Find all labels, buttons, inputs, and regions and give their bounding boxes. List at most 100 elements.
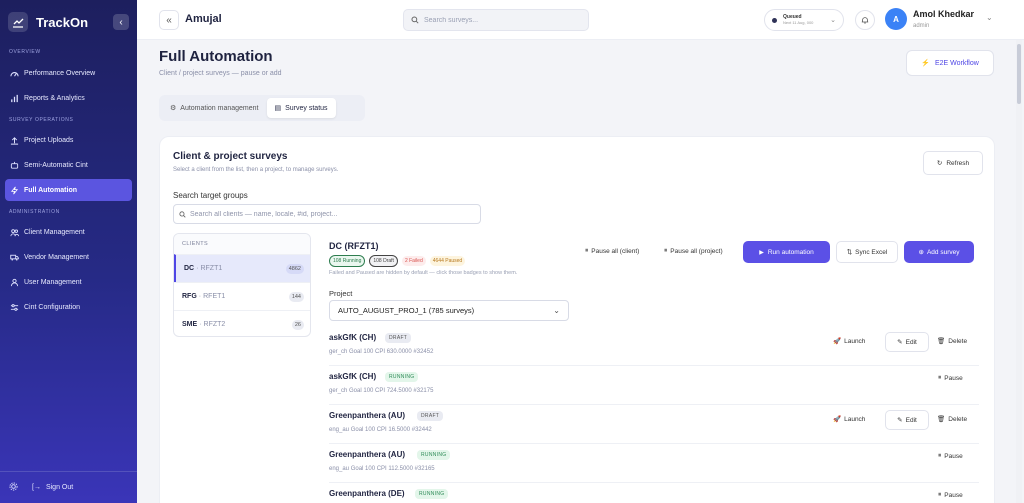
sidebar-item-reports-analytics[interactable]: Reports & Analytics <box>5 87 132 109</box>
truck-icon <box>9 252 19 262</box>
edit-button[interactable]: ✎ Edit <box>885 410 929 430</box>
bar-chart-icon <box>9 93 19 103</box>
sidebar-item-label: Reports & Analytics <box>24 94 85 102</box>
global-search[interactable] <box>403 9 589 31</box>
client-row[interactable]: SME · RFZT2 26 <box>174 310 310 336</box>
launch-button[interactable]: 🚀 Launch <box>833 415 865 424</box>
refresh-button[interactable]: ↻ Refresh <box>923 151 983 175</box>
delete-button[interactable]: 🗑 Delete <box>937 337 967 346</box>
collapse-sidebar-button[interactable]: ‹ <box>113 14 129 30</box>
gauge-icon <box>9 68 19 78</box>
pause-button[interactable]: ⏸ Pause <box>938 491 963 499</box>
users-icon <box>9 227 19 237</box>
pencil-icon: ✎ <box>897 339 903 346</box>
avatar[interactable]: A <box>885 8 907 30</box>
bell-icon <box>861 11 869 29</box>
sidebar-item-cint-configuration[interactable]: Cint Configuration <box>5 296 132 318</box>
draft-filter-badge[interactable]: 108 Draft <box>369 255 398 267</box>
client-code: RFET1 <box>203 293 226 300</box>
back-button[interactable]: « <box>159 10 179 30</box>
queue-text: Queued Next 11 Aug, 000 <box>783 14 813 26</box>
pause-button[interactable]: ⏸ Pause <box>938 452 963 460</box>
tab-automation-management[interactable]: ⚙ Automation management <box>162 98 267 118</box>
brand-name: TrackOn <box>36 14 89 30</box>
client-name: DC <box>184 265 195 272</box>
launch-button[interactable]: 🚀 Launch <box>833 337 866 346</box>
queue-status-pill[interactable]: Queued Next 11 Aug, 000 ⌄ <box>764 9 844 31</box>
sidebar-item-project-uploads[interactable]: Project Uploads <box>5 129 132 151</box>
sidebar-item-label: Semi-Automatic Cint <box>24 161 88 169</box>
search-input[interactable] <box>424 16 574 24</box>
chevron-down-icon: ⌄ <box>830 17 836 24</box>
failed-filter-badge[interactable]: 2 Failed <box>401 256 426 266</box>
delete-button[interactable]: 🗑 Delete <box>937 415 967 424</box>
client-code: RFZT1 <box>200 265 223 272</box>
queue-next: Next 11 Aug, 000 <box>783 20 814 25</box>
plus-circle-icon: ⊕ <box>918 249 924 256</box>
user-name[interactable]: Amol Khedkar <box>913 9 974 19</box>
pause-circle-icon: ⏸ <box>585 247 589 254</box>
sidebar-item-label: User Management <box>24 278 82 286</box>
client-row[interactable]: DC · RFZT1 4862 <box>174 254 310 282</box>
pause-button[interactable]: ⏸ Pause <box>938 374 963 382</box>
sidebar-item-user-management[interactable]: User Management <box>5 271 132 293</box>
survey-name: askGfK (CH) <box>329 333 377 342</box>
survey-row: askGfK (CH) RUNNING ger_ch Goal 100 CPI … <box>329 366 979 405</box>
tab-survey-status[interactable]: ▤ Survey status <box>266 98 336 118</box>
e2e-workflow-button[interactable]: ⚡ E2E Workflow <box>906 50 994 76</box>
sidebar-item-vendor-management[interactable]: Vendor Management <box>5 246 132 268</box>
trend-chart-icon <box>8 12 28 32</box>
upload-icon <box>9 135 19 145</box>
sidebar-item-client-management[interactable]: Client Management <box>5 221 132 243</box>
scrollbar-thumb[interactable] <box>1017 44 1021 104</box>
sidebar-item-label: Project Uploads <box>24 136 74 144</box>
pause-all-project-label: Pause all (project) <box>670 247 723 255</box>
sidebar-item-performance-overview[interactable]: Performance Overview <box>5 62 132 84</box>
clients-header: CLIENTS <box>174 234 310 254</box>
pause-all-project-button[interactable]: ⏸ Pause all (project) <box>664 247 723 255</box>
pause-label: Pause <box>944 452 963 460</box>
sign-out-button[interactable]: Sign Out <box>46 484 73 491</box>
top-bar: « Amujal Queued Next 11 Aug, 000 ⌄ A Amo… <box>137 0 1024 40</box>
tab-bar: ⚙ Automation management ▤ Survey status <box>159 95 365 121</box>
survey-meta: eng_au Goal 100 CPI 16.5000 #32442 <box>329 427 432 433</box>
pencil-icon: ✎ <box>897 417 903 424</box>
refresh-label: Refresh <box>946 159 970 167</box>
client-separator: · <box>196 265 199 272</box>
user-role: admin <box>913 23 930 29</box>
pause-circle-icon: ⏸ <box>664 247 668 254</box>
tab-label: Automation management <box>180 104 259 112</box>
sync-excel-button[interactable]: ⇅ Sync Excel <box>836 241 898 263</box>
edit-button[interactable]: ✎ Edit <box>885 332 929 352</box>
gear-icon[interactable] <box>9 482 18 493</box>
clients-list: CLIENTS DC · RFZT1 4862 RFG · RFET1 144 … <box>173 233 311 337</box>
sidebar-item-semi-automatic-cint[interactable]: Semi-Automatic Cint <box>5 154 132 176</box>
project-select[interactable]: AUTO_AUGUST_PROJ_1 (785 surveys) ⌄ <box>329 300 569 321</box>
survey-meta: ger_ch Goal 100 CPI 724.5000 #32175 <box>329 388 434 394</box>
client-name: RFG <box>182 293 197 300</box>
lightning-icon: ⚡ <box>921 60 930 67</box>
page-scrollbar[interactable] <box>1016 40 1022 503</box>
add-survey-button[interactable]: ⊕ Add survey <box>904 241 974 263</box>
chevron-down-icon[interactable]: ⌄ <box>986 13 993 22</box>
notifications-button[interactable] <box>855 10 875 30</box>
paused-filter-badge[interactable]: 4644 Paused <box>429 256 466 266</box>
client-row[interactable]: RFG · RFET1 144 <box>174 282 310 310</box>
sidebar-item-label: Vendor Management <box>24 253 89 261</box>
lightning-icon <box>9 185 19 195</box>
running-filter-badge[interactable]: 108 Running <box>329 255 366 267</box>
pause-label: Pause <box>944 491 963 499</box>
status-badge: RUNNING <box>415 489 449 499</box>
client-count-badge: 26 <box>291 319 304 330</box>
sidebar-item-full-automation[interactable]: Full Automation <box>5 179 132 201</box>
client-count-badge: 144 <box>288 291 304 302</box>
target-groups-search[interactable] <box>173 204 481 224</box>
run-automation-button[interactable]: ▶ Run automation <box>743 241 830 263</box>
sync-excel-label: Sync Excel <box>855 248 888 256</box>
search-icon <box>179 205 186 223</box>
pause-label: Pause <box>944 374 963 382</box>
launch-label: Launch <box>844 337 866 345</box>
pause-all-client-button[interactable]: ⏸ Pause all (client) <box>585 247 639 255</box>
target-groups-input[interactable] <box>190 210 470 218</box>
rocket-icon: 🚀 <box>833 416 842 423</box>
